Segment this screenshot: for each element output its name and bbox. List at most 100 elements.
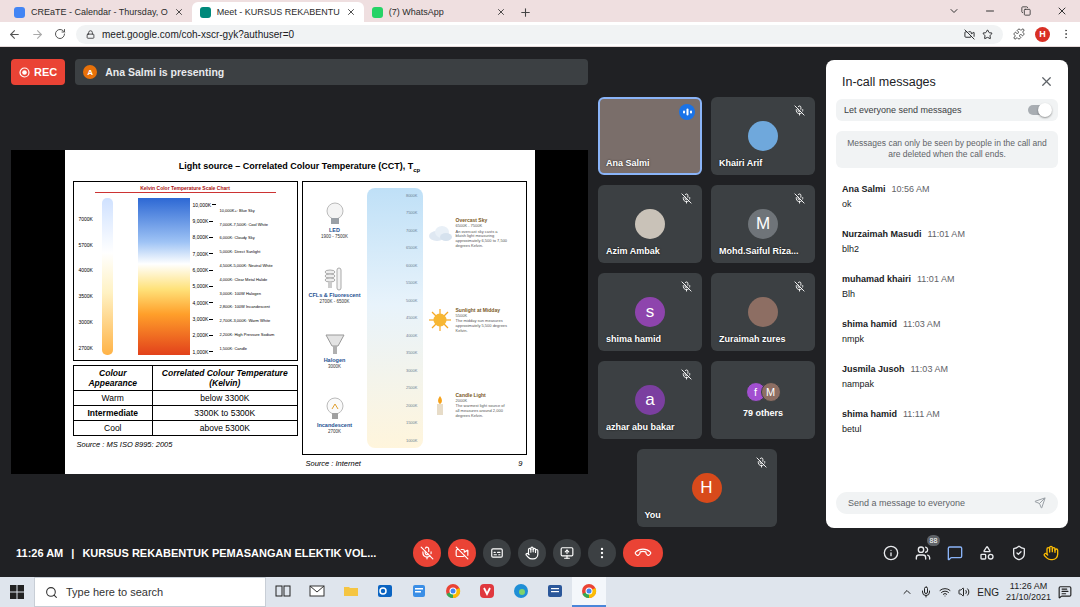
table-cell: 3300K to 5300K [153, 405, 297, 420]
chat-permission-switch[interactable] [1028, 105, 1050, 115]
camera-off-icon [455, 546, 469, 560]
participant-tile[interactable]: Azim Ambak [598, 185, 702, 263]
volume-icon[interactable] [958, 586, 970, 598]
camera-button[interactable] [448, 539, 476, 567]
presenter-banner: AAna Salmi is presenting [75, 59, 588, 85]
profile-avatar[interactable]: H [1035, 27, 1050, 42]
participant-tile[interactable]: sshima hamid [598, 273, 702, 351]
toggle-label: Let everyone send messages [844, 105, 962, 115]
taskbar-app[interactable] [538, 577, 572, 607]
share-area: Light source – Correlated Colour Tempera… [11, 85, 588, 528]
slide-source: Source : MS ISO 8995: 2005 [73, 440, 298, 449]
restore-button[interactable] [1008, 0, 1044, 22]
send-icon[interactable] [1034, 497, 1046, 509]
participant-tile[interactable]: Ana Salmi [598, 97, 702, 175]
microphone-tray-icon[interactable] [920, 586, 932, 598]
tab-search-button[interactable] [936, 0, 972, 22]
participant-tile[interactable]: fM79 others [711, 361, 815, 439]
safety-button[interactable] [1008, 542, 1030, 564]
slide-title: Light source – Correlated Colour Tempera… [73, 161, 527, 173]
taskbar-clock[interactable]: 11:26 AM21/10/2021 [1006, 581, 1051, 603]
browser-menu-icon[interactable] [1060, 28, 1072, 40]
scale-tick: 3000K [406, 368, 418, 373]
chart-title: Kelvin Color Temperature Scale Chart [95, 185, 276, 193]
minimize-button[interactable] [972, 0, 1008, 22]
more-button[interactable] [588, 539, 616, 567]
chat-title: In-call messages [842, 75, 936, 89]
close-tab-icon[interactable] [346, 7, 356, 17]
microphone-button[interactable] [413, 539, 441, 567]
natural-light-detail: 2000K [456, 399, 508, 404]
camera-blocked-icon[interactable] [964, 29, 975, 40]
scale-tick: 3500K [406, 350, 418, 355]
table-cell: Cool [73, 420, 153, 435]
chart-note: 7,000K-7,500K: Cool White [220, 222, 292, 227]
chat-input[interactable]: Send a message to everyone [836, 492, 1058, 514]
extension-button[interactable] [1040, 542, 1062, 564]
self-tile[interactable]: HYou [637, 449, 777, 527]
taskbar-app[interactable] [470, 577, 504, 607]
browser-tab[interactable]: Meet - KURSUS REKABENTU [192, 2, 364, 22]
notifications-icon[interactable] [1058, 585, 1072, 599]
activities-button[interactable] [976, 542, 998, 564]
reload-icon[interactable] [54, 28, 66, 40]
lamp-detail: 3000K [328, 364, 341, 369]
taskbar-app[interactable] [368, 577, 402, 607]
chrome-icon [445, 583, 461, 599]
taskbar-app[interactable] [266, 577, 300, 607]
taskbar-app[interactable] [572, 577, 606, 607]
tick-label: 7000K [79, 216, 99, 222]
audio-level-icon [683, 108, 692, 116]
close-tab-icon[interactable] [496, 7, 506, 17]
close-chat-icon[interactable] [1039, 74, 1054, 89]
captions-button[interactable] [483, 539, 511, 567]
taskbar-app[interactable] [402, 577, 436, 607]
message-sender: shima hamid [842, 319, 897, 329]
participant-tile[interactable]: Khairi Arif [711, 97, 815, 175]
extensions-icon[interactable] [1013, 28, 1025, 40]
start-button[interactable] [0, 577, 34, 607]
lamp-detail: 2700K [328, 429, 341, 434]
chart-note: 10,000K+: Blue Sky [220, 208, 292, 213]
url-field[interactable]: meet.google.com/coh-xscr-gyk?authuser=0 [76, 25, 1003, 44]
info-icon [883, 545, 899, 561]
message-sender: muhamad khairi [842, 274, 911, 284]
browser-tab[interactable]: CREaTE - Calendar - Thursday, O [6, 2, 192, 22]
info-button[interactable] [880, 542, 902, 564]
chat-button[interactable] [944, 542, 966, 564]
leave-button[interactable] [623, 539, 663, 567]
participant-tile[interactable]: Zuraimah zures [711, 273, 815, 351]
lamp-column: LED1900 - 7500KCFLs & Fluorescent2700K -… [307, 188, 363, 448]
close-tab-icon[interactable] [174, 7, 184, 17]
browser-tab[interactable]: (7) WhatsApp [364, 2, 514, 22]
bookmark-star-icon[interactable] [982, 29, 993, 40]
raise-hand-button[interactable] [518, 539, 546, 567]
more-options-icon [595, 546, 609, 560]
clock-time: 11:26 AM [1010, 581, 1047, 592]
new-tab-button[interactable] [514, 2, 538, 22]
meet-area: RECAAna Salmi is presentingLight source … [0, 47, 1080, 577]
hidden-icons-icon[interactable] [901, 586, 913, 598]
taskbar-app[interactable] [334, 577, 368, 607]
chart-note: 3,000K: 100W Halogen [220, 291, 292, 296]
input-language[interactable]: ENG [977, 587, 999, 598]
network-icon[interactable] [939, 586, 951, 598]
chrome-icon [581, 583, 597, 599]
taskbar-app[interactable] [300, 577, 334, 607]
taskbar-app[interactable] [504, 577, 538, 607]
taskbar-search[interactable]: Type here to search [34, 577, 266, 607]
close-button[interactable] [1044, 0, 1080, 22]
participant-tile[interactable]: MMohd.Saiful Riza... [711, 185, 815, 263]
taskbar-app[interactable] [436, 577, 470, 607]
chat-icon [947, 545, 963, 561]
present-screen-icon [560, 546, 574, 560]
participant-tile[interactable]: aazhar abu bakar [598, 361, 702, 439]
people-button[interactable]: 88 [912, 542, 934, 564]
chart-notes: 10,000K+: Blue Sky 7,000K-7,500K: Cool Wh… [220, 198, 292, 355]
message-text: Blh [842, 289, 1052, 299]
presentation-stage: RECAAna Salmi is presentingLight source … [11, 59, 588, 528]
present-button[interactable] [553, 539, 581, 567]
back-icon[interactable] [8, 28, 21, 41]
forward-icon[interactable] [31, 28, 44, 41]
tick-label: 2700K [79, 345, 99, 351]
